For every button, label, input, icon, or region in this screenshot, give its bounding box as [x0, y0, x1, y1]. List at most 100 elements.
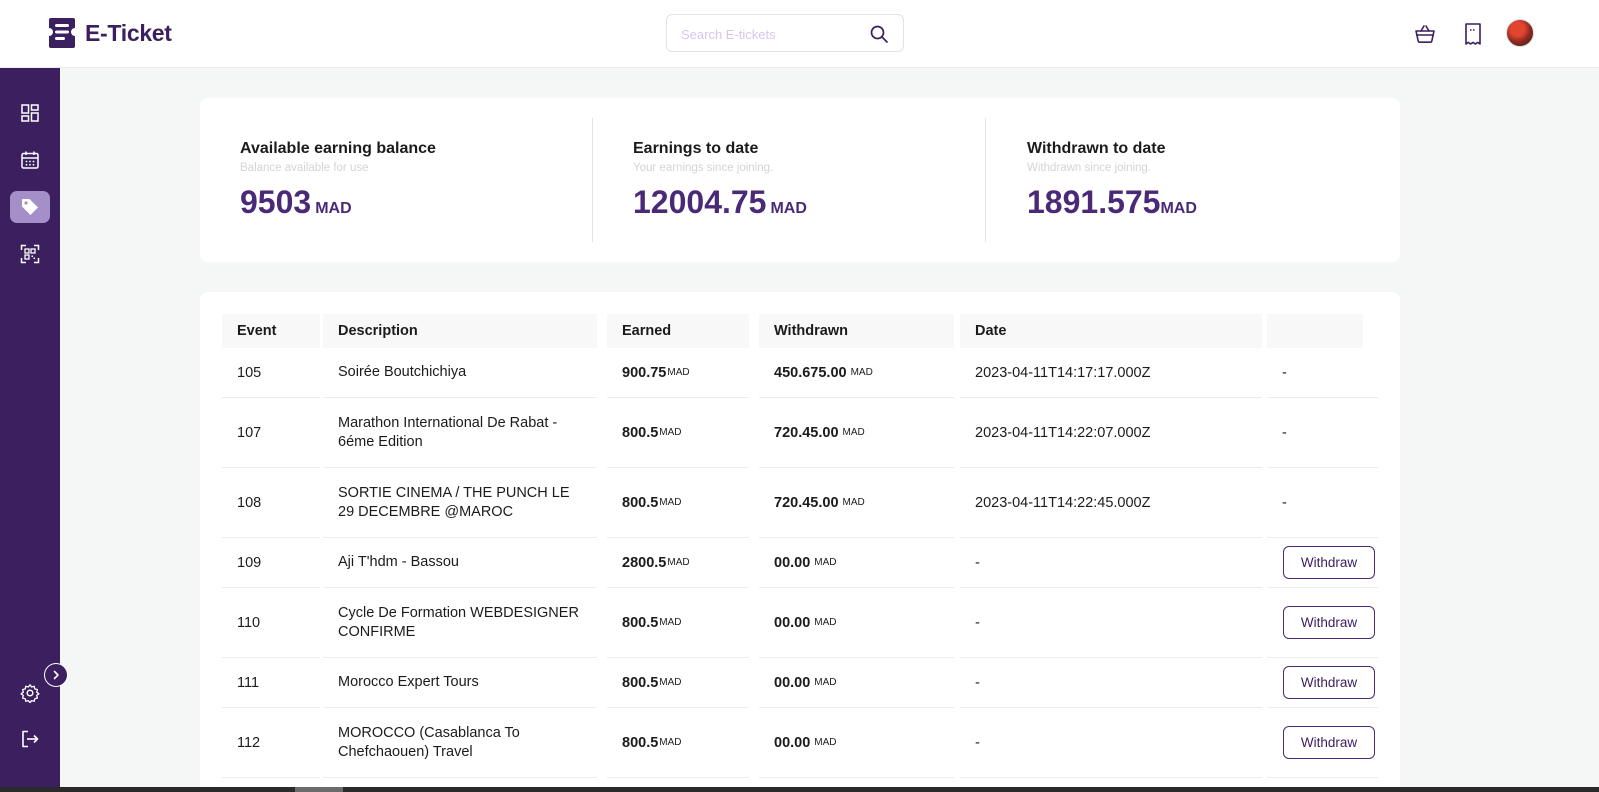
sidebar-item-logout[interactable]	[10, 723, 50, 755]
table-cell: SORTIE CINEMA / THE PUNCH LE 29 DECEMBRE…	[323, 468, 597, 538]
withdraw-button[interactable]: Withdraw	[1283, 666, 1375, 699]
scrollbar-thumb[interactable]	[295, 787, 343, 792]
table-cell: 720.45.00 MAD	[759, 398, 954, 468]
column-header-date: Date	[960, 314, 1262, 348]
brand-name: E-Ticket	[85, 19, 172, 46]
column-header-event: Event	[222, 314, 320, 348]
table-cell: 800.5 MAD	[607, 708, 749, 778]
sidebar-item-scan[interactable]	[10, 238, 50, 270]
currency: MAD	[659, 617, 682, 628]
date: 2023-04-11T14:17:17.000Z	[975, 364, 1151, 381]
stat-title: Available earning balance	[240, 140, 436, 157]
table-cell: 112	[222, 708, 320, 778]
divider	[985, 118, 986, 242]
currency: MAD	[814, 617, 837, 628]
event-id: 107	[237, 424, 262, 441]
no-action: -	[1282, 424, 1287, 441]
tag-icon	[22, 199, 38, 215]
table-cell: -	[960, 588, 1262, 658]
stat-withdrawn-to-date: Withdrawn to date Withdrawn since joinin…	[987, 98, 1380, 262]
currency: MAD	[814, 557, 837, 568]
table-cell: 2800.5 MAD	[607, 538, 749, 588]
column-header-action	[1267, 314, 1363, 348]
earned-amount: 800.5	[622, 494, 659, 511]
currency: MAD	[667, 367, 690, 378]
currency: MAD	[842, 427, 865, 438]
stat-amount: 9503 MAD	[240, 184, 352, 220]
brand-logo[interactable]: E-Ticket	[48, 16, 172, 50]
earnings-table-card: Event Description Earned Withdrawn Date …	[200, 292, 1400, 787]
horizontal-scrollbar[interactable]	[0, 787, 1599, 792]
date: -	[975, 614, 980, 631]
currency: MAD	[659, 737, 682, 748]
table-cell: 720.45.00 MAD	[759, 468, 954, 538]
column-header-earned: Earned	[607, 314, 749, 348]
date: 2023-04-11T14:22:07.000Z	[975, 424, 1151, 441]
date: -	[975, 554, 980, 571]
currency: MAD	[842, 497, 865, 508]
table-cell: 900.75 MAD	[607, 348, 749, 398]
table-cell: -	[1267, 468, 1378, 538]
top-header: E-Ticket	[0, 0, 1599, 68]
table-cell: 00.00 MAD	[759, 588, 954, 658]
ticket-logo-icon	[49, 18, 75, 48]
currency: MAD	[814, 737, 837, 748]
stat-subtitle: Withdrawn since joining.	[1027, 162, 1152, 174]
stat-amount: 1891.575MAD	[1027, 184, 1197, 220]
earned-amount: 900.75	[622, 364, 667, 381]
event-description: Marathon International De Rabat - 6éme E…	[338, 414, 558, 450]
withdrawn-amount: 00.00	[774, 614, 811, 631]
withdrawn-amount: 00.00	[774, 674, 811, 691]
withdraw-button[interactable]: Withdraw	[1283, 726, 1375, 759]
earnings-summary-card: Available earning balance Balance availa…	[200, 98, 1400, 262]
earned-amount: 800.5	[622, 734, 659, 751]
currency: MAD	[667, 557, 690, 568]
table-cell: -	[960, 708, 1262, 778]
ticket-icon[interactable]	[1461, 22, 1485, 46]
table-cell: 00.00 MAD	[759, 708, 954, 778]
event-id: 105	[237, 364, 262, 381]
sidebar-item-events[interactable]	[10, 144, 50, 176]
table-cell: Cycle De Formation WEBDESIGNER CONFIRME	[323, 588, 597, 658]
sidebar-toggle-button[interactable]	[44, 663, 68, 687]
earned-amount: 2800.5	[622, 554, 667, 571]
event-description: MOROCCO (Casablanca To Chefchaouen) Trav…	[338, 724, 520, 760]
event-description: Aji T'hdm - Bassou	[338, 554, 459, 570]
stat-available-balance: Available earning balance Balance availa…	[200, 98, 593, 262]
table-row: 105 Soirée Boutchichiya 900.75 MAD 450.675.0…	[222, 348, 1378, 398]
search-box[interactable]	[666, 14, 904, 52]
table-cell: 2023-04-11T14:17:17.000Z	[960, 348, 1262, 398]
table-row: 111 Morocco Expert Tours 800.5 MAD 00.00 MAD -…	[222, 658, 1378, 708]
sidebar-item-settings[interactable]	[10, 677, 50, 709]
column-header-description: Description	[323, 314, 597, 348]
table-cell: 108	[222, 468, 320, 538]
date: 2023-04-11T14:22:45.000Z	[975, 494, 1151, 511]
date: -	[975, 674, 980, 691]
logout-icon	[22, 730, 39, 748]
table-cell: 2023-04-11T14:22:45.000Z	[960, 468, 1262, 538]
withdraw-button[interactable]: Withdraw	[1283, 546, 1375, 579]
withdrawn-amount: 00.00	[774, 734, 811, 751]
earned-amount: 800.5	[622, 674, 659, 691]
qr-scan-icon	[20, 244, 40, 264]
search-input[interactable]	[681, 24, 861, 44]
table-cell: Soirée Boutchichiya	[323, 348, 597, 398]
sidebar-item-dashboard[interactable]	[10, 97, 50, 129]
table-cell: 800.5 MAD	[607, 468, 749, 538]
stat-amount: 12004.75 MAD	[633, 184, 807, 220]
table-row: 108 SORTIE CINEMA / THE PUNCH LE 29 DECEM…	[222, 468, 1378, 538]
sidebar-item-earnings[interactable]	[10, 191, 50, 223]
no-action: -	[1282, 364, 1287, 381]
withdraw-button[interactable]: Withdraw	[1283, 606, 1375, 639]
search-icon[interactable]	[869, 24, 889, 44]
withdrawn-amount: 720.45.00	[774, 424, 839, 441]
table-row: 107 Marathon International De Rabat - 6ém…	[222, 398, 1378, 468]
basket-icon[interactable]	[1413, 22, 1437, 46]
avatar[interactable]	[1506, 19, 1534, 47]
stat-title: Withdrawn to date	[1027, 140, 1166, 157]
table-cell: -	[1267, 348, 1378, 398]
table-cell: 800.5 MAD	[607, 398, 749, 468]
stat-title: Earnings to date	[633, 140, 759, 157]
table-header: Event Description Earned Withdrawn Date	[222, 314, 1378, 348]
column-header-withdrawn: Withdrawn	[759, 314, 954, 348]
